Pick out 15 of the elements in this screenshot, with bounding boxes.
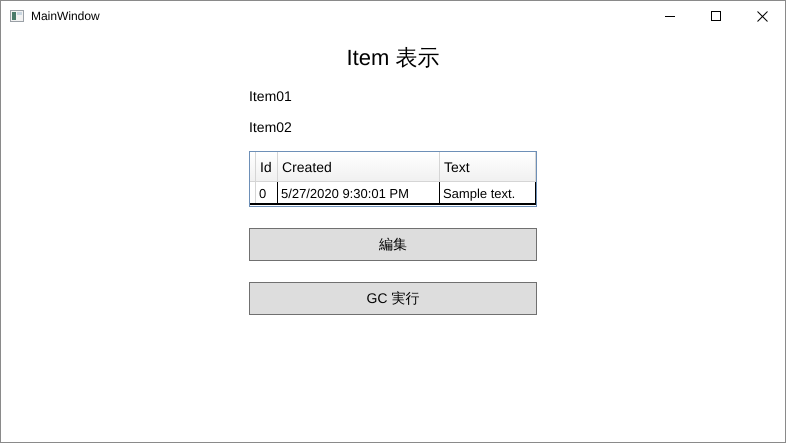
close-icon <box>756 10 768 22</box>
heading: Item 表示 <box>346 44 440 72</box>
table-cell: Sample text. <box>440 182 536 203</box>
column-header[interactable]: Text <box>440 152 536 181</box>
column-header[interactable]: Created <box>278 152 440 181</box>
column-header[interactable]: Id <box>256 152 278 181</box>
window-title: MainWindow <box>31 8 100 25</box>
app-icon <box>10 10 24 22</box>
action-button[interactable]: 編集 <box>249 228 537 261</box>
item-label: Item01 <box>249 87 293 106</box>
item-label: Item02 <box>249 118 293 137</box>
action-button[interactable]: GC 実行 <box>249 282 537 315</box>
maximize-icon <box>711 11 721 21</box>
table-cell: 0 <box>256 182 278 203</box>
table-cell: 5/27/2020 9:30:01 PM <box>278 182 440 203</box>
